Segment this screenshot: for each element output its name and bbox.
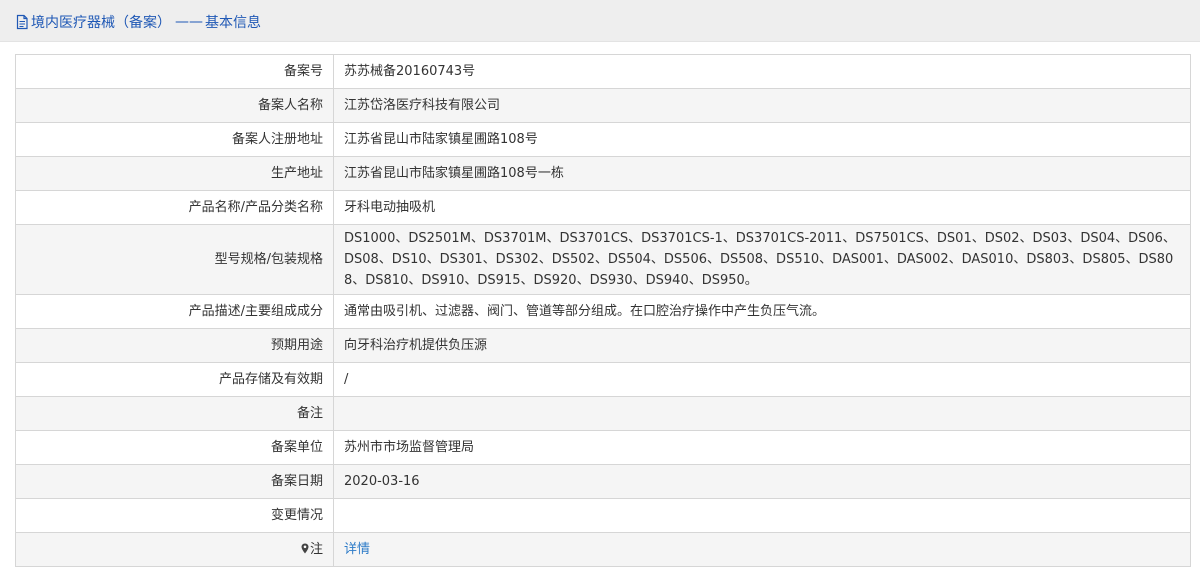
- page-header: 境内医疗器械（备案） —— 基本信息: [0, 0, 1200, 42]
- document-icon: [15, 14, 29, 30]
- row-value: 苏州市市场监督管理局: [333, 430, 1191, 465]
- title-prefix: 境内医疗器械（备案）: [31, 15, 171, 31]
- row-value: 苏苏械备20160743号: [333, 54, 1191, 89]
- row-label: 备案单位: [15, 430, 334, 465]
- table-row: 产品名称/产品分类名称 牙科电动抽吸机: [15, 190, 1191, 225]
- row-value: [333, 498, 1191, 533]
- table-row: 产品存储及有效期 /: [15, 362, 1191, 397]
- row-label: 备案号: [15, 54, 334, 89]
- row-label: 变更情况: [15, 498, 334, 533]
- detail-link[interactable]: 详情: [344, 542, 370, 557]
- row-value: 牙科电动抽吸机: [333, 190, 1191, 225]
- title-separator: ——: [175, 14, 203, 30]
- row-value: 江苏省昆山市陆家镇星圃路108号: [333, 122, 1191, 157]
- row-value: DS1000、DS2501M、DS3701M、DS3701CS、DS3701CS…: [333, 224, 1191, 295]
- table-row: 预期用途 向牙科治疗机提供负压源: [15, 328, 1191, 363]
- table-row: 备案人名称 江苏岱洛医疗科技有限公司: [15, 88, 1191, 123]
- table-row: 备案号 苏苏械备20160743号: [15, 54, 1191, 89]
- table-row: 产品描述/主要组成成分 通常由吸引机、过滤器、阀门、管道等部分组成。在口腔治疗操…: [15, 294, 1191, 329]
- row-label: 产品描述/主要组成成分: [15, 294, 334, 329]
- table-row: 备案日期 2020-03-16: [15, 464, 1191, 499]
- row-value: 江苏岱洛医疗科技有限公司: [333, 88, 1191, 123]
- row-label: 生产地址: [15, 156, 334, 191]
- note-label-cell: 注: [15, 532, 334, 567]
- row-value: 详情: [333, 532, 1191, 567]
- row-value: 2020-03-16: [333, 464, 1191, 499]
- table-row: 型号规格/包装规格 DS1000、DS2501M、DS3701M、DS3701C…: [15, 224, 1191, 295]
- row-label: 产品名称/产品分类名称: [15, 190, 334, 225]
- row-value: 向牙科治疗机提供负压源: [333, 328, 1191, 363]
- row-value: /: [333, 362, 1191, 397]
- row-label: 备案人注册地址: [15, 122, 334, 157]
- row-label: 型号规格/包装规格: [15, 224, 334, 295]
- row-value: [333, 396, 1191, 431]
- row-value: 通常由吸引机、过滤器、阀门、管道等部分组成。在口腔治疗操作中产生负压气流。: [333, 294, 1191, 329]
- table-row: 注 详情: [15, 532, 1191, 567]
- row-label: 备案人名称: [15, 88, 334, 123]
- row-value: 江苏省昆山市陆家镇星圃路108号一栋: [333, 156, 1191, 191]
- row-label: 备案日期: [15, 464, 334, 499]
- table-row: 备注: [15, 396, 1191, 431]
- row-label: 注: [309, 542, 323, 557]
- row-label: 产品存储及有效期: [15, 362, 334, 397]
- table-row: 生产地址 江苏省昆山市陆家镇星圃路108号一栋: [15, 156, 1191, 191]
- location-pin-icon: [301, 543, 309, 554]
- table-row: 备案人注册地址 江苏省昆山市陆家镇星圃路108号: [15, 122, 1191, 157]
- row-label: 预期用途: [15, 328, 334, 363]
- page-title: 境内医疗器械（备案） —— 基本信息: [15, 12, 261, 32]
- table-row: 变更情况: [15, 498, 1191, 533]
- row-label: 备注: [15, 396, 334, 431]
- info-table: 备案号 苏苏械备20160743号 备案人名称 江苏岱洛医疗科技有限公司 备案人…: [15, 54, 1191, 567]
- title-suffix: 基本信息: [205, 15, 261, 31]
- table-row: 备案单位 苏州市市场监督管理局: [15, 430, 1191, 465]
